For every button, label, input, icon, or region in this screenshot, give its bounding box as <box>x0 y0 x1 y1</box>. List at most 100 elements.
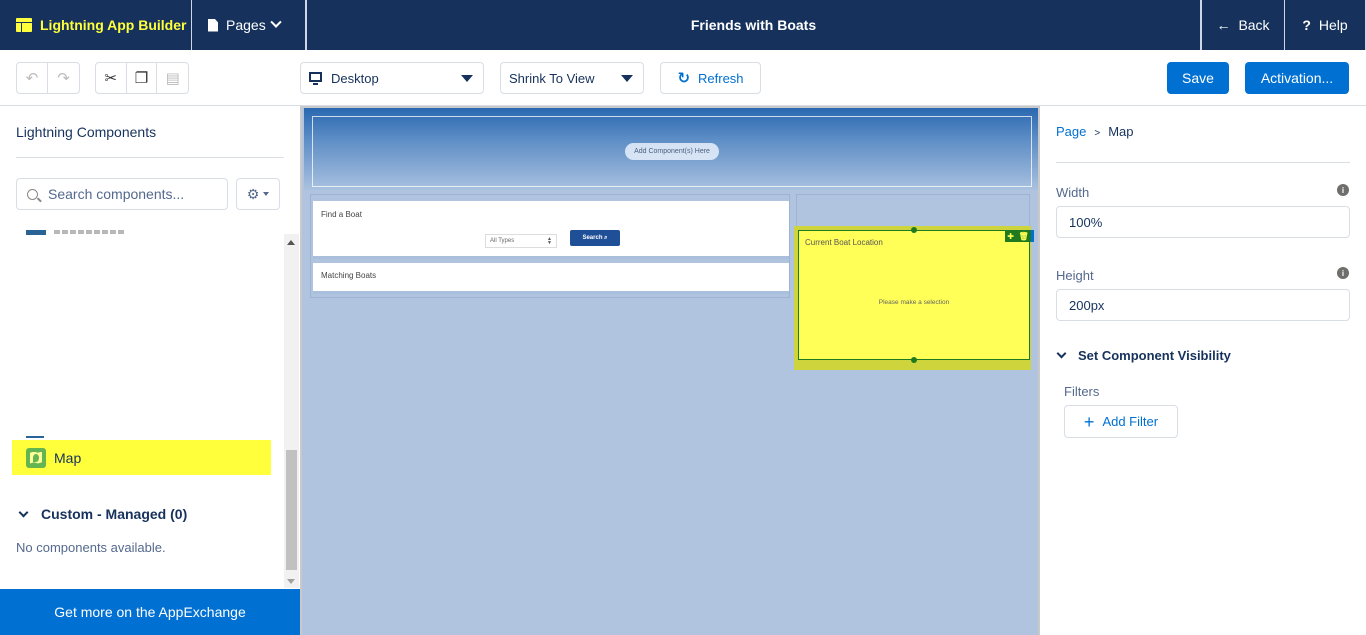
component-title: Matching Boats <box>321 271 377 280</box>
top-nav-bar: Lightning App Builder Pages Friends with… <box>0 0 1366 50</box>
search-icon <box>27 188 38 200</box>
builder-toolbar: ↶ ↷ ✂ ❐ ▤ Desktop Shrink To View ↻ Refre… <box>0 50 1366 106</box>
component-message: Please make a selection <box>878 299 950 306</box>
visibility-section-title: Set Component Visibility <box>1078 348 1231 363</box>
add-filter-button[interactable]: + Add Filter <box>1064 405 1178 438</box>
page-title: Friends with Boats <box>306 0 1201 50</box>
boat-search-button[interactable]: Search ⌕ <box>570 230 620 246</box>
info-icon[interactable]: i <box>1337 267 1349 279</box>
component-icon-clipped <box>26 436 44 438</box>
app-name: Lightning App Builder <box>40 17 187 33</box>
back-button[interactable]: ← Back <box>1201 0 1285 50</box>
width-field[interactable] <box>1056 206 1350 238</box>
redo-button[interactable]: ↷ <box>48 63 79 93</box>
help-label: Help <box>1318 17 1348 33</box>
refresh-button[interactable]: ↻ Refresh <box>660 62 761 94</box>
scrollbar-thumb[interactable] <box>286 450 297 570</box>
component-search <box>16 178 228 210</box>
trash-icon[interactable]: 🗑 <box>1019 232 1029 241</box>
resize-handle-bottom[interactable] <box>911 357 917 363</box>
desktop-monitor-icon <box>309 72 322 85</box>
breadcrumb-page-link[interactable]: Page <box>1056 124 1086 139</box>
main-region: Find a Boat All Types ▲ ▼ Search ⌕ Matchi… <box>310 194 790 298</box>
settings-menu-button[interactable]: ⚙ <box>236 178 280 210</box>
view-mode-value: Shrink To View <box>509 70 595 86</box>
selection-edge <box>1031 230 1034 242</box>
caret-down-icon <box>263 192 270 196</box>
resize-handle-top[interactable] <box>911 227 917 233</box>
redo-icon: ↷ <box>57 70 70 87</box>
component-title: Current Boat Location <box>805 238 883 247</box>
header-drop-zone[interactable]: Add Component(s) Here <box>312 116 1032 187</box>
scissors-icon: ✂ <box>104 70 118 87</box>
components-heading: Lightning Components <box>16 124 157 140</box>
app-brand: Lightning App Builder <box>0 0 192 50</box>
plus-icon: + <box>1083 411 1095 432</box>
app-builder-logo-icon <box>16 18 32 32</box>
paste-button[interactable]: ▤ <box>157 63 188 93</box>
empty-message: No components available. <box>16 540 166 555</box>
add-filter-label: Add Filter <box>1102 414 1159 429</box>
pages-menu-button[interactable]: Pages <box>192 0 306 50</box>
component-actions: ✚ 🗑 <box>1005 230 1034 242</box>
matching-boats-component[interactable]: Matching Boats <box>313 263 789 294</box>
chevron-down-icon <box>18 507 29 517</box>
divider <box>16 157 284 158</box>
copy-button[interactable]: ❐ <box>127 63 158 93</box>
arrow-left-icon: ← <box>1216 17 1231 33</box>
undo-icon: ↶ <box>25 70 39 87</box>
component-icon-clipped <box>26 230 46 235</box>
component-title: Find a Boat <box>321 210 362 219</box>
refresh-label: Refresh <box>698 70 744 86</box>
component-item-map[interactable]: Map <box>12 440 271 475</box>
components-panel: Lightning Components ⚙ Map Custom - Mana… <box>0 106 300 635</box>
search-input[interactable] <box>48 186 208 202</box>
boat-type-value: All Types <box>490 238 515 244</box>
activation-button[interactable]: Activation... <box>1245 62 1349 94</box>
header-region: Add Component(s) Here <box>304 108 1038 190</box>
components-scrollbar[interactable] <box>284 234 299 588</box>
device-select[interactable]: Desktop <box>300 62 484 94</box>
map-icon <box>26 447 46 468</box>
section-title: Custom - Managed (0) <box>41 506 188 522</box>
view-mode-select[interactable]: Shrink To View <box>500 62 644 94</box>
breadcrumb-separator: > <box>1094 128 1101 139</box>
caret-down-icon <box>621 75 633 82</box>
save-button[interactable]: Save <box>1167 62 1229 94</box>
breadcrumb-current: Map <box>1108 124 1134 139</box>
cut-button[interactable]: ✂ <box>96 63 127 93</box>
search-button-label: Search <box>582 235 603 241</box>
undo-button[interactable]: ↶ <box>17 63 48 93</box>
search-icon: ⌕ <box>604 234 608 241</box>
copy-icon: ❐ <box>134 70 149 87</box>
scroll-up-icon[interactable] <box>287 240 295 245</box>
add-components-pill[interactable]: Add Component(s) Here <box>625 143 719 160</box>
question-icon: ? <box>1302 17 1311 33</box>
pages-label: Pages <box>226 17 266 33</box>
filters-label: Filters <box>1064 384 1100 399</box>
gear-icon: ⚙ <box>246 185 260 202</box>
undo-redo-group: ↶ ↷ <box>16 62 80 94</box>
back-label: Back <box>1238 17 1270 33</box>
paste-icon: ▤ <box>165 70 180 87</box>
boat-type-select[interactable]: All Types ▲ ▼ <box>485 234 557 248</box>
find-boat-component[interactable]: Find a Boat All Types ▲ ▼ Search ⌕ <box>313 201 789 259</box>
appexchange-button[interactable]: Get more on the AppExchange <box>0 589 300 635</box>
move-icon[interactable]: ✚ <box>1007 232 1014 241</box>
page-document-icon <box>208 18 218 32</box>
custom-managed-section-toggle[interactable]: Custom - Managed (0) <box>18 506 188 522</box>
component-label-clipped <box>54 230 124 234</box>
scroll-down-icon[interactable] <box>287 579 295 584</box>
divider <box>1056 162 1350 163</box>
info-icon[interactable]: i <box>1337 184 1349 196</box>
breadcrumb: Page > Map <box>1056 124 1134 139</box>
map-component-selected[interactable]: Current Boat Location Please make a sele… <box>798 227 1034 363</box>
sort-arrows-icon: ▲ ▼ <box>547 236 552 246</box>
height-field[interactable] <box>1056 289 1350 321</box>
height-label: Height <box>1056 268 1094 283</box>
help-button[interactable]: ? Help <box>1285 0 1366 50</box>
component-label: Map <box>54 449 82 466</box>
properties-panel: Page > Map Width i Height i Set Component … <box>1040 106 1366 635</box>
visibility-section-toggle[interactable]: Set Component Visibility <box>1056 348 1231 363</box>
refresh-icon: ↻ <box>677 70 691 87</box>
